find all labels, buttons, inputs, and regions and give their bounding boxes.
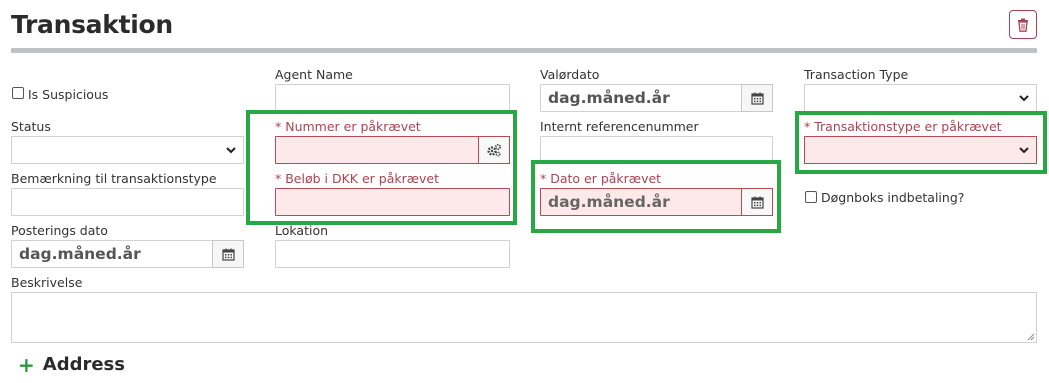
- delete-button[interactable]: [1009, 10, 1037, 39]
- is-suspicious-label: Is Suspicious: [28, 87, 109, 102]
- chevron-down-icon: [1019, 95, 1029, 102]
- doegnboks-label: Døgnboks indbetaling?: [821, 190, 965, 205]
- calendar-icon: [750, 92, 764, 105]
- lokation-input[interactable]: [275, 240, 510, 268]
- chevron-down-icon: [226, 147, 236, 154]
- posterings-dato-label: Posterings dato: [11, 223, 108, 238]
- valoerdato-label: Valørdato: [540, 67, 600, 82]
- agent-name-input[interactable]: [275, 84, 510, 112]
- beskrivelse-textarea[interactable]: [11, 292, 1037, 343]
- highlight-box: [531, 160, 781, 233]
- highlight-box: [246, 110, 517, 225]
- valoerdato-calendar-button[interactable]: [741, 84, 773, 112]
- agent-name-label: Agent Name: [275, 67, 353, 82]
- address-section-toggle[interactable]: + Address: [18, 354, 125, 375]
- bemaerkning-input[interactable]: [11, 188, 244, 216]
- status-select[interactable]: [11, 136, 244, 164]
- header-divider: [11, 48, 1037, 53]
- status-label: Status: [11, 119, 51, 134]
- posterings-dato-placeholder: dag.måned.år: [19, 245, 141, 263]
- internt-ref-label: Internt referencenummer: [540, 119, 699, 134]
- transaction-type-select[interactable]: [804, 84, 1037, 112]
- calendar-icon: [221, 248, 235, 261]
- valoerdato-input[interactable]: dag.måned.år: [540, 84, 773, 112]
- lokation-label: Lokation: [275, 223, 329, 238]
- posterings-dato-input[interactable]: dag.måned.år: [11, 240, 244, 268]
- plus-icon: +: [18, 352, 35, 377]
- transaction-type-label: Transaction Type: [804, 67, 909, 82]
- doegnboks-checkbox[interactable]: [805, 191, 817, 203]
- highlight-box: [795, 111, 1047, 174]
- resize-handle-icon[interactable]: [1027, 333, 1035, 341]
- address-label: Address: [42, 354, 125, 375]
- page-title: Transaktion: [11, 10, 173, 39]
- is-suspicious-checkbox[interactable]: [12, 87, 24, 99]
- valoerdato-placeholder: dag.måned.år: [548, 89, 670, 107]
- posterings-dato-calendar-button[interactable]: [212, 240, 244, 268]
- beskrivelse-label: Beskrivelse: [11, 275, 83, 290]
- trash-icon: [1018, 18, 1028, 32]
- bemaerkning-label: Bemærkning til transaktionstype: [11, 171, 217, 186]
